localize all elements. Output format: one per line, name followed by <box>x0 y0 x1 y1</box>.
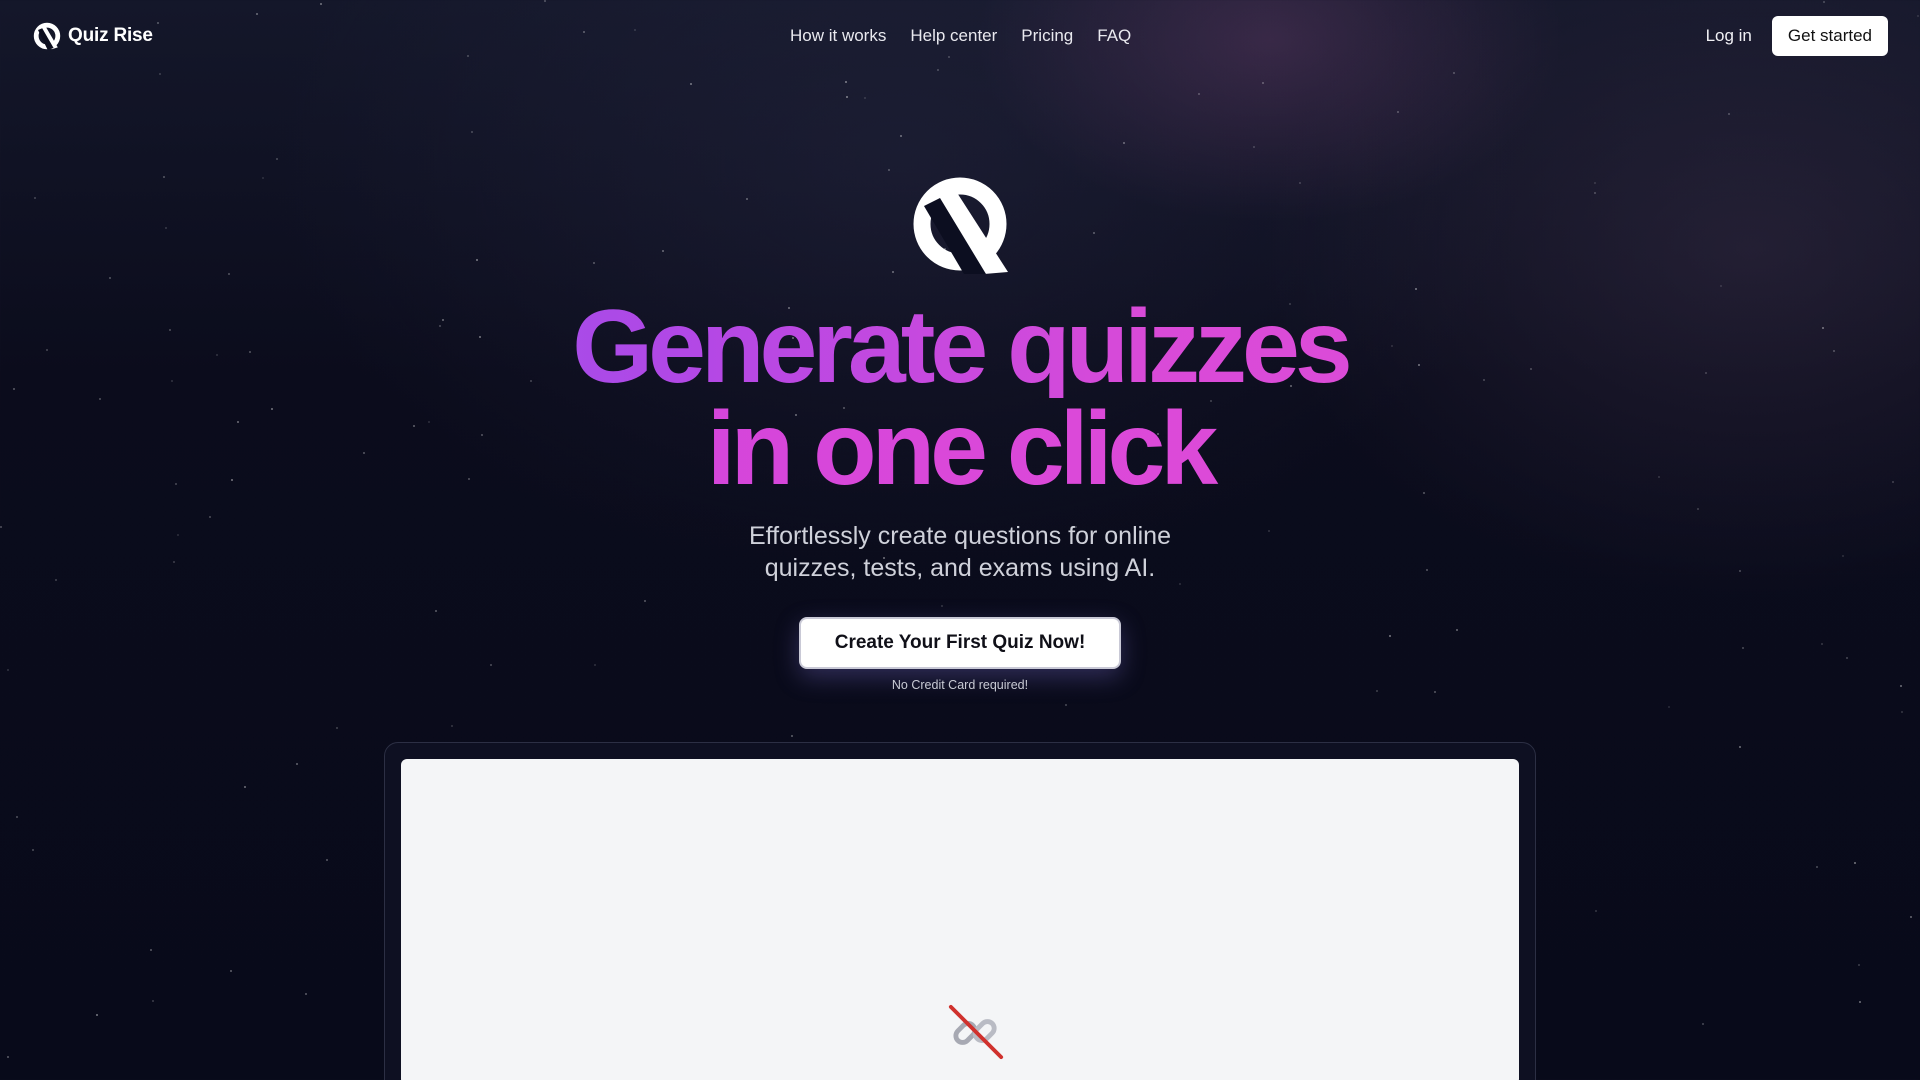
get-started-button[interactable]: Get started <box>1771 16 1888 56</box>
header-actions: Log in Get started <box>1706 16 1888 56</box>
top-navbar: Quiz Rise How it works Help center Prici… <box>0 0 1920 72</box>
brand-name: Quiz Rise <box>68 25 153 46</box>
create-first-quiz-button[interactable]: Create Your First Quiz Now! <box>799 617 1121 669</box>
nav-help-center[interactable]: Help center <box>910 26 997 46</box>
broken-link-icon <box>948 1004 1004 1060</box>
headline-line-2: in one click <box>0 397 1920 501</box>
headline-line-1: Generate quizzes <box>0 295 1920 399</box>
product-preview-panel <box>401 759 1519 1080</box>
quiz-rise-logo-icon <box>33 22 61 50</box>
product-preview-frame <box>384 742 1536 1080</box>
main-nav: How it works Help center Pricing FAQ <box>790 0 1131 72</box>
login-link[interactable]: Log in <box>1706 26 1752 46</box>
nav-how-it-works[interactable]: How it works <box>790 26 886 46</box>
subtitle-line-2: quizzes, tests, and exams using AI. <box>764 554 1156 582</box>
hero-headline: Generate quizzes in one click <box>0 295 1920 501</box>
quiz-rise-logo-icon <box>913 177 1008 274</box>
brand-link[interactable]: Quiz Rise <box>32 21 153 51</box>
nav-faq[interactable]: FAQ <box>1097 26 1131 46</box>
no-credit-card-note: No Credit Card required! <box>891 678 1029 692</box>
nav-pricing[interactable]: Pricing <box>1021 26 1073 46</box>
subtitle-line-1: Effortlessly create questions for online <box>749 522 1171 550</box>
hero-subtitle: Effortlessly create questions for online… <box>0 520 1920 584</box>
